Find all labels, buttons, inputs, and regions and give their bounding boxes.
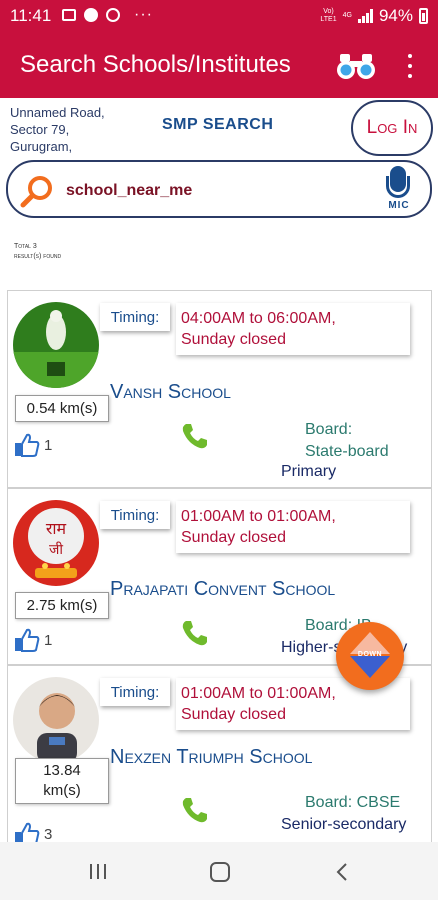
mic-button[interactable]: MIC (382, 166, 416, 214)
distance-badge: 2.75 km(s) (15, 592, 109, 619)
smp-search-title: SMP SEARCH (162, 116, 274, 133)
distance-badge: 13.84 km(s) (15, 758, 109, 804)
scroll-down-button[interactable]: DOWN (336, 622, 404, 690)
status-time: 11:41 (10, 6, 52, 25)
timing-label: Timing: (100, 678, 170, 706)
spotify-icon (84, 8, 98, 22)
network-type: 4G (342, 12, 352, 19)
phone-icon[interactable] (180, 618, 210, 648)
like-count: 1 (44, 437, 53, 454)
mic-label: MIC (388, 200, 410, 211)
like-count: 3 (44, 826, 53, 842)
page-title: Search Schools/Institutes (20, 51, 291, 78)
like-icon[interactable] (14, 628, 40, 652)
hotspot-icon (106, 8, 120, 22)
distance-badge: 0.54 km(s) (15, 395, 109, 422)
svg-text:जी: जी (49, 541, 63, 558)
school-name[interactable]: Vansh School (110, 381, 231, 404)
scroll-down-label: DOWN (357, 651, 383, 658)
timing-value: 01:00AM to 01:00AM, Sunday closed (176, 501, 410, 553)
system-nav-bar (0, 842, 438, 900)
like-count: 1 (44, 632, 53, 649)
search-input[interactable]: school_near_me (66, 182, 192, 200)
recents-icon[interactable] (90, 864, 106, 879)
image-icon (62, 9, 76, 21)
phone-icon[interactable] (180, 421, 210, 451)
svg-text:राम: राम (46, 519, 67, 538)
like-icon[interactable] (14, 433, 40, 457)
board-label: Board: State-board (305, 421, 389, 460)
binoculars-icon[interactable] (336, 52, 376, 80)
timing-label: Timing: (100, 501, 170, 529)
school-card[interactable]: Timing: 01:00AM to 01:00AM, Sunday close… (7, 665, 432, 842)
timing-value: 04:00AM to 06:00AM, Sunday closed (176, 303, 410, 355)
search-icon[interactable] (20, 175, 54, 209)
battery-icon (419, 8, 428, 24)
status-system-icons: Vo) LTE1 4G 94% (320, 6, 428, 26)
phone-icon[interactable] (180, 795, 210, 825)
status-bar: 11:41 ··· Vo) LTE1 4G 94% (0, 0, 438, 32)
school-avatar: राम जी (13, 500, 99, 586)
school-avatar (13, 677, 99, 763)
login-button[interactable]: Log In (351, 100, 433, 156)
status-notification-icons: ··· (62, 6, 153, 24)
search-bar[interactable]: school_near_me MIC (6, 160, 432, 218)
arrow-down-icon (350, 656, 390, 678)
board-label: Board: CBSE (305, 794, 401, 811)
home-icon[interactable] (210, 862, 230, 882)
overflow-menu-icon[interactable] (402, 54, 418, 78)
like-icon[interactable] (14, 822, 40, 842)
location-address: Unnamed Road, Sector 79, Gurugram, (10, 105, 105, 154)
signal-icon (357, 9, 373, 23)
school-name[interactable]: Nexzen Triumph School (110, 746, 312, 769)
back-icon[interactable] (334, 862, 350, 882)
timing-label: Timing: (100, 303, 170, 331)
school-avatar (13, 302, 99, 388)
school-list[interactable]: Timing: 04:00AM to 06:00AM, Sunday close… (7, 290, 432, 842)
school-card[interactable]: Timing: 04:00AM to 06:00AM, Sunday close… (7, 290, 432, 488)
battery-percent: 94% (378, 6, 413, 25)
results-count: Total 3 result(s) found (14, 243, 62, 260)
school-level: Senior-secondary (281, 816, 407, 833)
school-name[interactable]: Prajapati Convent School (110, 578, 335, 601)
volte-icon: Vo) LTE1 (320, 8, 337, 23)
app-bar: Search Schools/Institutes (0, 32, 438, 98)
more-icon: ··· (134, 6, 153, 23)
school-level: Primary (281, 463, 337, 480)
